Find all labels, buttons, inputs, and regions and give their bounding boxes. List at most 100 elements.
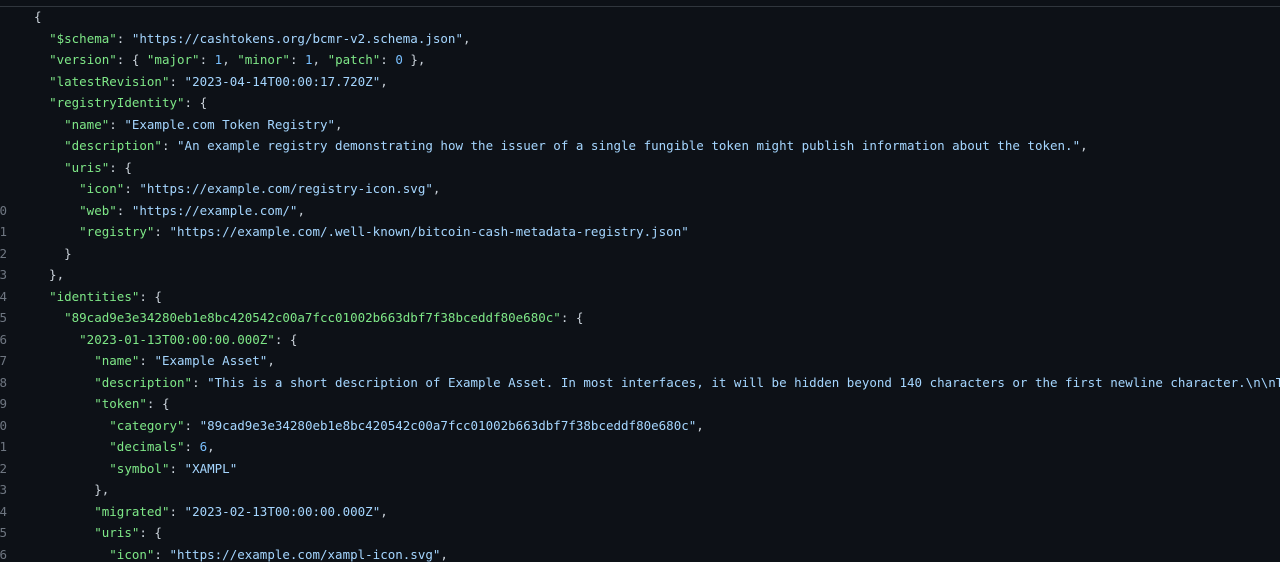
json-string: "https://example.com/.well-known/bitcoin… (169, 224, 689, 239)
json-punctuation (34, 160, 64, 175)
line-content: "$schema": "https://cashtokens.org/bcmr-… (14, 28, 470, 50)
json-key: "registry" (79, 224, 155, 239)
json-key: "uris" (64, 159, 110, 175)
json-punctuation: , (207, 439, 215, 454)
line-content: "icon": "https://example.com/xampl-icon.… (14, 544, 448, 562)
code-line[interactable]: 11 "registry": "https://example.com/.wel… (0, 221, 1280, 243)
code-line[interactable]: 4 "latestRevision": "2023-04-14T00:00:17… (0, 71, 1280, 93)
line-number: 21 (0, 439, 8, 454)
line-number: 26 (0, 546, 8, 562)
code-line[interactable]: 2 "$schema": "https://cashtokens.org/bcm… (0, 28, 1280, 50)
json-punctuation: , (432, 181, 441, 196)
line-content: }, (14, 264, 64, 286)
json-key: "patch" (327, 52, 381, 67)
code-line[interactable]: 26 "icon": "https://example.com/xampl-ic… (0, 544, 1280, 562)
code-line[interactable]: 15 "89cad9e3e34280eb1e8bc420542c00a7fcc0… (0, 307, 1280, 329)
code-line[interactable]: 14 "identities": { (0, 286, 1280, 308)
json-punctuation: }, (402, 52, 426, 67)
line-content: "name": "Example Asset", (14, 350, 275, 372)
json-punctuation: : { (560, 310, 584, 325)
json-punctuation: }, (34, 267, 65, 282)
json-number: 1 (305, 52, 313, 67)
line-content: }, (14, 479, 109, 501)
json-string: "XAMPL" (184, 460, 238, 476)
code-line[interactable]: 3 "version": { "major": 1, "minor": 1, "… (0, 49, 1280, 71)
json-string: "Example.com Token Registry" (124, 116, 336, 132)
json-punctuation: : (169, 503, 185, 519)
code-line[interactable]: 9 "icon": "https://example.com/registry-… (0, 178, 1280, 200)
json-key: "migrated" (94, 503, 170, 519)
line-content: "symbol": "XAMPL" (14, 458, 237, 480)
json-punctuation: , (380, 73, 388, 89)
line-content: "token": { (14, 393, 169, 415)
json-punctuation (34, 224, 79, 239)
json-string: "2023-02-13T00:00:00.000Z" (184, 503, 381, 519)
code-view[interactable]: 1{2 "$schema": "https://cashtokens.org/b… (0, 6, 1280, 562)
json-key: "minor" (237, 52, 290, 67)
json-punctuation (34, 31, 49, 46)
code-line[interactable]: 7 "description": "An example registry de… (0, 135, 1280, 157)
line-content: "89cad9e3e34280eb1e8bc420542c00a7fcc0100… (14, 307, 583, 329)
json-punctuation: : { (274, 331, 298, 347)
json-punctuation: , (440, 546, 448, 562)
json-key: "latestRevision" (49, 73, 170, 89)
json-number: 6 (199, 439, 208, 454)
line-content: "latestRevision": "2023-04-14T00:00:17.7… (14, 71, 388, 93)
code-line[interactable]: 17 "name": "Example Asset", (0, 350, 1280, 372)
code-line[interactable]: 23 }, (0, 479, 1280, 501)
line-number: 1 (0, 6, 14, 28)
code-line[interactable]: 22 "symbol": "XAMPL" (0, 458, 1280, 480)
json-punctuation: : { (139, 288, 162, 304)
json-key: "web" (79, 202, 117, 218)
json-string: "89cad9e3e34280eb1e8bc420542c00a7fcc0100… (199, 417, 697, 433)
json-punctuation: : (109, 116, 125, 132)
line-content: "description": "An example registry demo… (14, 135, 1088, 157)
json-punctuation (34, 74, 49, 89)
line-number: 9 (0, 178, 14, 200)
code-line[interactable]: 25 "uris": { (0, 522, 1280, 544)
code-line[interactable]: 24 "migrated": "2023-02-13T00:00:00.000Z… (0, 501, 1280, 523)
code-line[interactable]: 20 "category": "89cad9e3e34280eb1e8bc420… (0, 415, 1280, 437)
line-content: "description": "This is a short descript… (14, 372, 1280, 394)
code-line[interactable]: 6 "name": "Example.com Token Registry", (0, 114, 1280, 136)
json-punctuation (34, 95, 49, 110)
json-key: "identities" (49, 288, 140, 304)
json-key: "decimals" (109, 439, 185, 454)
code-line[interactable]: 21 "decimals": 6, (0, 436, 1280, 458)
code-line[interactable]: 16 "2023-01-13T00:00:00.000Z": { (0, 329, 1280, 351)
json-string: "An example registry demonstrating how t… (177, 138, 1081, 153)
json-key: "major" (146, 52, 200, 67)
json-punctuation (34, 375, 94, 390)
json-key: "version" (49, 52, 117, 67)
json-key: "icon" (79, 181, 125, 196)
line-number: 12 (0, 245, 8, 261)
json-punctuation: : (161, 138, 178, 153)
json-string: "https://example.com/registry-icon.svg" (139, 181, 433, 196)
code-line[interactable]: 18 "description": "This is a short descr… (0, 372, 1280, 394)
line-content: "decimals": 6, (14, 436, 215, 458)
code-line[interactable]: 1{ (0, 6, 1280, 28)
json-punctuation: : { (184, 95, 208, 110)
json-punctuation: : { (146, 396, 170, 411)
json-punctuation: : (289, 52, 305, 67)
json-punctuation (34, 138, 64, 153)
code-line[interactable]: 5 "registryIdentity": { (0, 92, 1280, 114)
code-line[interactable]: 12 } (0, 243, 1280, 265)
code-line[interactable]: 8 "uris": { (0, 157, 1280, 179)
line-number: 13 (0, 267, 8, 282)
code-editor[interactable]: 1{2 "$schema": "https://cashtokens.org/b… (0, 0, 1280, 562)
line-number: 10 (0, 202, 8, 218)
code-line[interactable]: 19 "token": { (0, 393, 1280, 415)
line-number: 15 (0, 310, 8, 325)
json-punctuation (34, 504, 94, 519)
line-number: 16 (0, 331, 8, 347)
line-number: 20 (0, 417, 8, 433)
json-punctuation: : (184, 417, 200, 433)
json-punctuation: : (380, 52, 396, 67)
line-number: 6 (0, 114, 14, 136)
json-punctuation: }, (34, 482, 110, 497)
code-line[interactable]: 10 "web": "https://example.com/", (0, 200, 1280, 222)
line-number: 7 (0, 135, 14, 157)
code-line[interactable]: 13 }, (0, 264, 1280, 286)
line-number: 3 (0, 49, 14, 71)
